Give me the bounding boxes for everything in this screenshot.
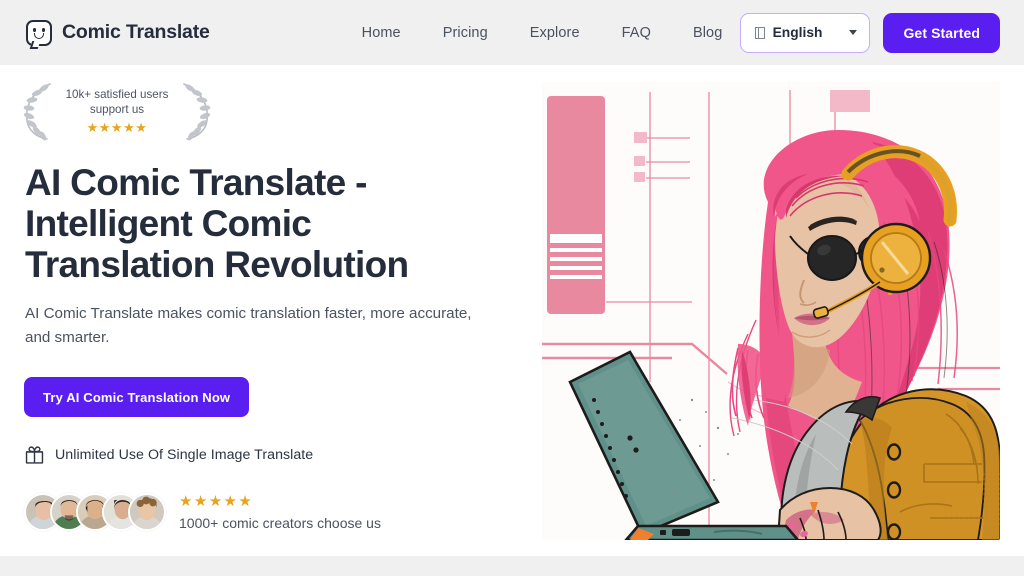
- avatar-5: [128, 493, 166, 531]
- brand-name: Comic Translate: [62, 21, 210, 43]
- chevron-down-icon: [849, 30, 858, 35]
- social-star-rating: ★★★★★: [179, 493, 254, 510]
- page-title: AI Comic Translate - Intelligent Comic T…: [25, 162, 409, 285]
- laurel-wreath-right-icon: [183, 83, 211, 141]
- laurel-wreath-left-icon: [23, 83, 51, 141]
- language-label: English: [772, 25, 823, 40]
- badge-line-1: 10k+ satisfied users: [65, 87, 169, 101]
- nav-item-pricing[interactable]: Pricing: [443, 25, 488, 41]
- social-proof: ★★★★★ 1000+ comic creators choose us: [24, 493, 381, 531]
- social-proof-label: 1000+ comic creators choose us: [179, 515, 381, 531]
- language-selector[interactable]: English: [739, 12, 871, 53]
- satisfied-users-badge: 10k+ satisfied users support us ★★★★★: [20, 80, 214, 142]
- site-header: Comic Translate Home Pricing Explore FAQ…: [0, 0, 1024, 65]
- try-translation-button[interactable]: Try AI Comic Translation Now: [24, 377, 250, 417]
- social-proof-text: ★★★★★ 1000+ comic creators choose us: [179, 493, 381, 531]
- hero-text-column: 10k+ satisfied users support us ★★★★★ AI…: [0, 65, 512, 556]
- landing-page: Comic Translate Home Pricing Explore FAQ…: [0, 0, 1024, 576]
- badge-star-rating: ★★★★★: [86, 119, 148, 135]
- get-started-button[interactable]: Get Started: [883, 12, 1000, 53]
- gift-icon: [25, 446, 44, 464]
- comic-bubble-smiley-icon: [26, 19, 52, 46]
- nav-item-explore[interactable]: Explore: [530, 25, 580, 41]
- badge-text: 10k+ satisfied users support us ★★★★★: [54, 87, 180, 136]
- flag-placeholder-icon: [754, 26, 765, 39]
- page-bottom-band: [0, 556, 1024, 576]
- hero-illustration-svg: [542, 82, 1000, 540]
- header-actions: English Get Started: [739, 12, 1000, 53]
- comic-woman-with-laptop-illustration: [542, 82, 1000, 540]
- avatar-group: [24, 493, 166, 531]
- badge-line-2: support us: [89, 103, 145, 116]
- nav-item-home[interactable]: Home: [362, 25, 401, 41]
- hero-subtitle: AI Comic Translate makes comic translati…: [25, 305, 472, 346]
- nav-item-blog[interactable]: Blog: [693, 25, 722, 41]
- nav-item-faq[interactable]: FAQ: [622, 25, 651, 41]
- brand-logo[interactable]: Comic Translate: [26, 19, 210, 46]
- perk-label: Unlimited Use Of Single Image Translate: [55, 447, 314, 463]
- perk-row: Unlimited Use Of Single Image Translate: [25, 446, 313, 464]
- main-nav: Home Pricing Explore FAQ Blog: [362, 25, 723, 41]
